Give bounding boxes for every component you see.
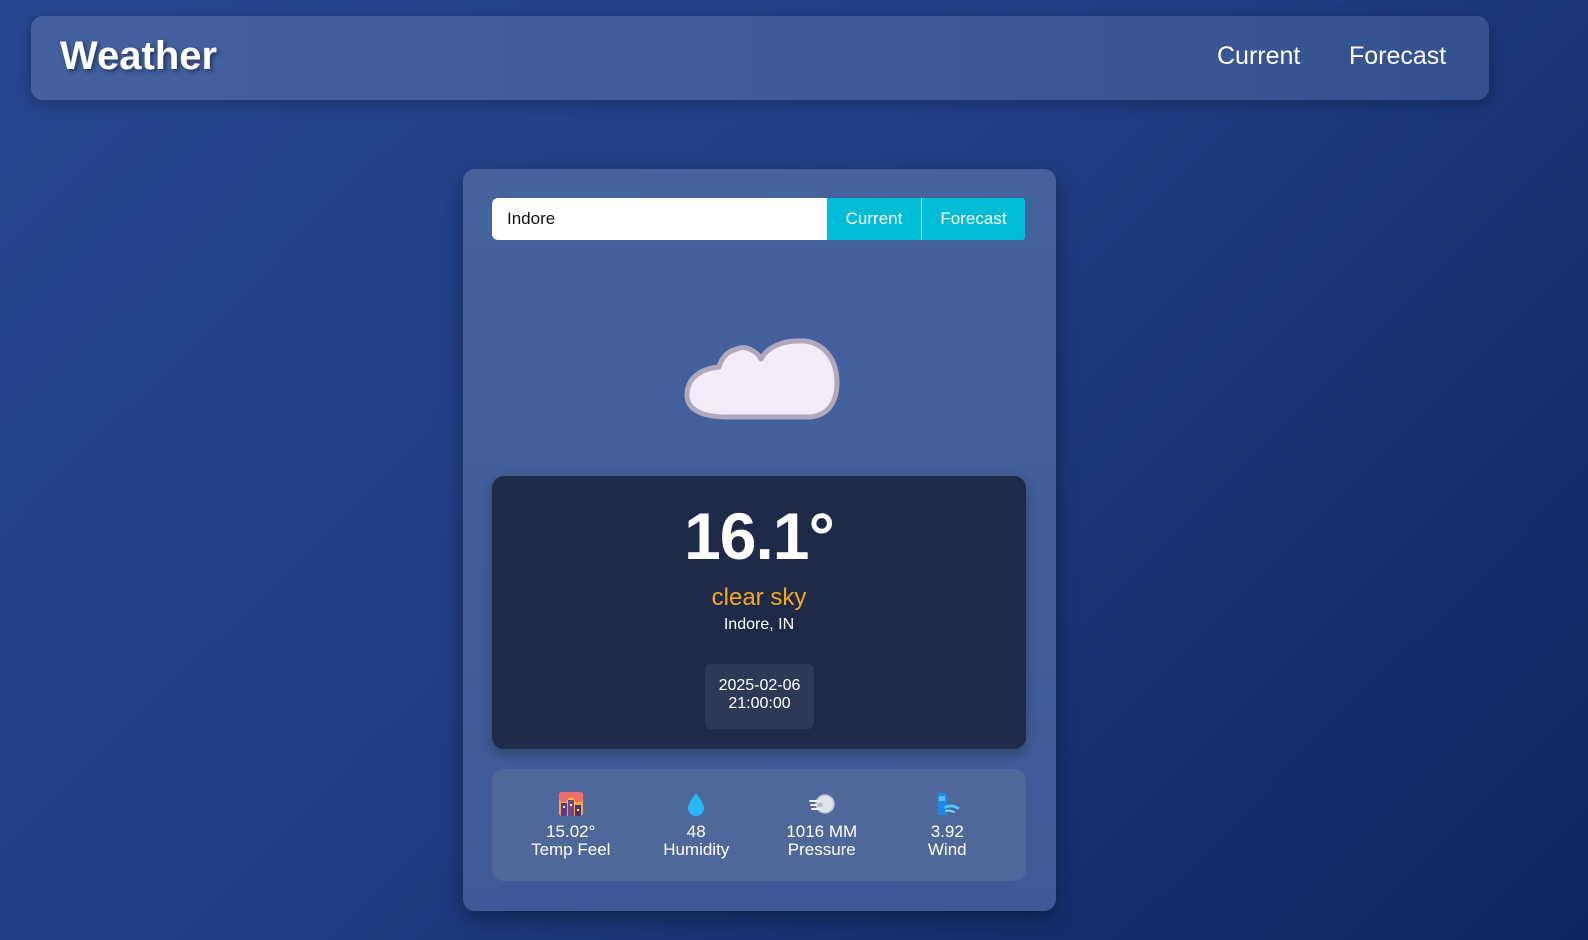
navbar: Weather Current Forecast	[31, 16, 1489, 100]
date: 2025-02-06	[718, 677, 801, 694]
brand-title[interactable]: Weather	[60, 34, 217, 79]
location: Indore, IN	[723, 616, 795, 633]
cityscape-icon	[558, 791, 584, 817]
pressure-value: 1016 MM	[786, 822, 858, 841]
humidity-value: 48	[686, 822, 706, 841]
temperature: 16.1°	[684, 499, 835, 573]
weather-description: clear sky	[711, 584, 807, 611]
stat-temp-feel: 15.02° Temp Feel	[508, 769, 634, 881]
forecast-button[interactable]: Forecast	[921, 198, 1025, 240]
temp-feel-value: 15.02°	[546, 822, 596, 841]
wind-label: Wind	[927, 840, 967, 859]
pressure-label: Pressure	[787, 840, 856, 859]
temp-feel-label: Temp Feel	[531, 840, 611, 859]
humidity-label: Humidity	[663, 840, 730, 859]
search-bar: Current Forecast	[492, 198, 1026, 240]
current-button[interactable]: Current	[826, 198, 921, 240]
time: 21:00:00	[728, 695, 791, 712]
droplet-icon	[683, 791, 709, 817]
city-input[interactable]	[492, 198, 826, 240]
wind-value: 3.92	[930, 822, 964, 841]
datetime-badge: 2025-02-06 21:00:00	[705, 664, 814, 729]
wind-face-icon	[808, 791, 835, 817]
nav-forecast-link[interactable]: Forecast	[1349, 42, 1446, 71]
cloud-icon	[679, 311, 843, 423]
current-weather-panel: 16.1° clear sky Indore, IN 2025-02-06 21…	[492, 476, 1026, 749]
stats-panel: 15.02° Temp Feel 48 Humidity 1016 MM Pre…	[492, 769, 1026, 881]
stat-wind: 3.92 Wind	[885, 769, 1011, 881]
wind-icon	[934, 791, 960, 817]
stat-pressure: 1016 MM Pressure	[759, 769, 885, 881]
weather-card: Current Forecast 16.1° clear sky Indore,…	[463, 169, 1056, 911]
nav-current-link[interactable]: Current	[1217, 42, 1300, 71]
stat-humidity: 48 Humidity	[634, 769, 760, 881]
